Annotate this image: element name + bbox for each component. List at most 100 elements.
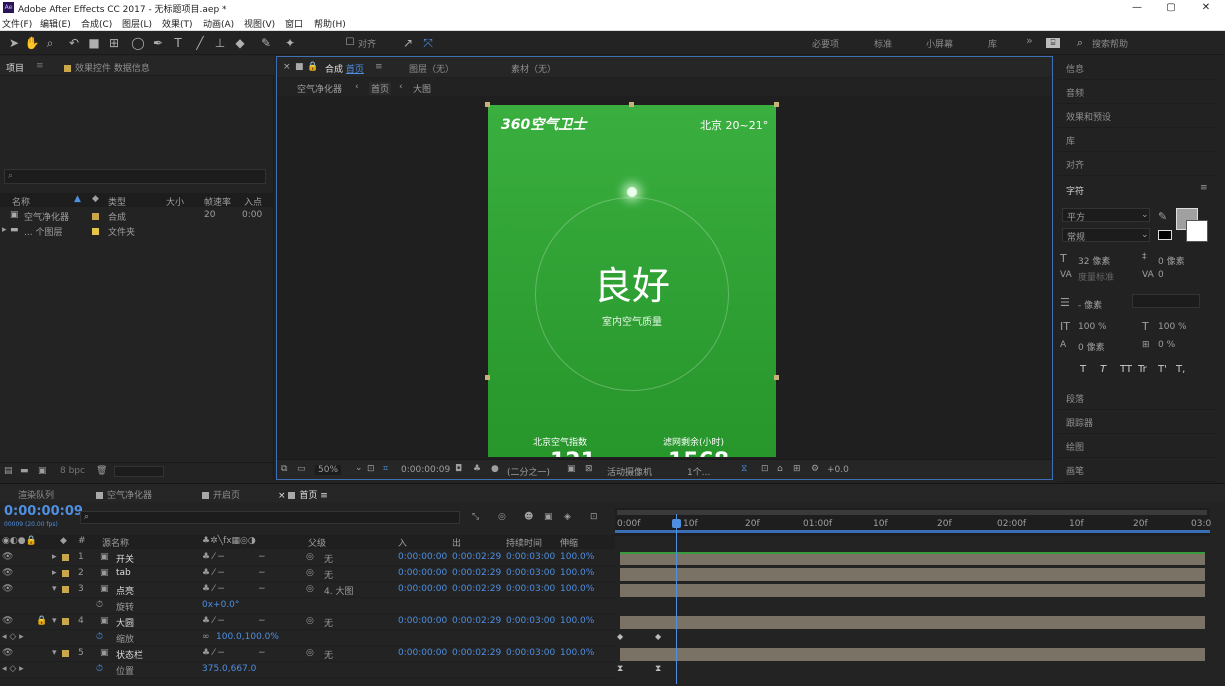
panel-menu-icon[interactable]: ≡ bbox=[375, 62, 383, 72]
leading-value[interactable]: 0 像素 bbox=[1158, 254, 1185, 267]
close-tab-icon[interactable]: × bbox=[283, 62, 291, 72]
trash-icon[interactable]: 🗑 bbox=[96, 466, 107, 476]
parent-select[interactable]: 无 bbox=[324, 648, 333, 661]
column-duration[interactable]: 持续时间 bbox=[506, 536, 542, 549]
panel-libraries[interactable]: 库 bbox=[1058, 128, 1218, 152]
footer-slider[interactable] bbox=[114, 466, 164, 477]
column-type[interactable]: 类型 bbox=[108, 195, 126, 208]
font-family-select[interactable]: 平方 ⌄ bbox=[1062, 208, 1150, 223]
tab-comp[interactable]: 开启页 bbox=[202, 488, 240, 501]
tab-comp[interactable]: 空气净化器 bbox=[96, 488, 152, 501]
tab-comp-active[interactable]: × 首页 ≡ bbox=[278, 488, 328, 501]
layer-stretch[interactable]: 100.0% bbox=[560, 648, 594, 658]
layer-bar[interactable] bbox=[620, 616, 1205, 629]
menu-effect[interactable]: 效果(T) bbox=[162, 17, 193, 30]
timeline-timecode[interactable]: 0:00:00:09 bbox=[4, 504, 83, 519]
camera-tool-icon[interactable]: ■ bbox=[86, 35, 102, 51]
motion-blur-switch[interactable]: − bbox=[258, 584, 266, 594]
stopwatch-icon[interactable]: ⏱ bbox=[96, 632, 103, 642]
keyframe-icon[interactable]: ⧗ bbox=[655, 664, 661, 674]
pickwhip-icon[interactable]: ◎ bbox=[306, 552, 314, 562]
camera-dropdown[interactable]: 活动摄像机 bbox=[607, 465, 652, 478]
tab-footage[interactable]: 素材（无） bbox=[511, 62, 556, 75]
property-row[interactable]: ◂ ◇ ▸ ⏱ 缩放 ∞ 100.0,100.0% bbox=[0, 630, 615, 646]
menu-layer[interactable]: 图层(L) bbox=[122, 17, 152, 30]
column-stretch[interactable]: 伸缩 bbox=[560, 536, 578, 549]
panel-audio[interactable]: 音频 bbox=[1058, 80, 1218, 104]
layer-out[interactable]: 0:00:02:29 bbox=[452, 552, 501, 562]
type-tool-icon[interactable]: T bbox=[170, 35, 186, 51]
font-style-select[interactable]: 常规 ⌄ bbox=[1062, 228, 1150, 243]
transform-handle[interactable] bbox=[774, 375, 779, 380]
label-color[interactable] bbox=[62, 570, 69, 577]
render-icon[interactable]: ⊡ bbox=[761, 464, 769, 474]
workspace-more-button[interactable]: » bbox=[1026, 34, 1033, 47]
layer-stretch[interactable]: 100.0% bbox=[560, 552, 594, 562]
layer-out[interactable]: 0:00:02:29 bbox=[452, 584, 501, 594]
layer-in[interactable]: 0:00:00:00 bbox=[398, 648, 447, 658]
baseline-value[interactable]: 0 像素 bbox=[1078, 340, 1105, 353]
parent-select[interactable]: 无 bbox=[324, 568, 333, 581]
panel-paint[interactable]: 绘图 bbox=[1058, 434, 1218, 458]
panel-align[interactable]: 对齐 bbox=[1058, 152, 1218, 176]
timeline-icon[interactable]: ⌂ bbox=[777, 464, 783, 474]
visibility-eye-icon[interactable]: 👁 bbox=[2, 616, 13, 626]
black-swatch[interactable] bbox=[1158, 230, 1172, 240]
draft-3d-icon[interactable]: ◎ bbox=[498, 512, 506, 522]
label-color[interactable] bbox=[62, 586, 69, 593]
scale-value[interactable]: 100.0,100.0% bbox=[216, 632, 279, 642]
layer-name[interactable]: tab bbox=[116, 568, 131, 578]
stroke-width-value[interactable]: - 像素 bbox=[1078, 298, 1102, 311]
column-out[interactable]: 出 bbox=[452, 536, 461, 549]
layer-out[interactable]: 0:00:02:29 bbox=[452, 616, 501, 626]
stroke-style-select[interactable] bbox=[1132, 294, 1200, 308]
collapse-arrow-icon[interactable]: ▾ bbox=[52, 616, 57, 626]
layer-switches[interactable]: ♣ ⁄ − bbox=[202, 584, 225, 594]
expand-arrow-icon[interactable]: ▸ bbox=[52, 568, 57, 578]
column-fps[interactable]: 帧速率 bbox=[204, 195, 231, 208]
puppet-tool-icon[interactable]: ✦ bbox=[282, 35, 298, 51]
transform-handle[interactable] bbox=[485, 102, 490, 107]
close-button[interactable]: ✕ bbox=[1189, 0, 1223, 16]
layer-in[interactable]: 0:00:00:00 bbox=[398, 616, 447, 626]
layer-name[interactable]: 开关 bbox=[116, 552, 134, 565]
maximize-button[interactable]: ▢ bbox=[1154, 0, 1188, 16]
layer-in[interactable]: 0:00:00:00 bbox=[398, 552, 447, 562]
zoom-tool-icon[interactable]: ⌕ bbox=[42, 35, 58, 51]
shy-layers-icon[interactable]: ☻ bbox=[524, 512, 533, 522]
panel-info[interactable]: 信息 bbox=[1058, 56, 1218, 80]
superscript-button[interactable]: T' bbox=[1158, 364, 1167, 375]
layer-in[interactable]: 0:00:00:00 bbox=[398, 584, 447, 594]
all-caps-button[interactable]: TT bbox=[1120, 364, 1132, 375]
layer-name[interactable]: 点亮 bbox=[116, 584, 134, 597]
zoom-dropdown[interactable]: 50% bbox=[315, 465, 342, 475]
layer-switches[interactable]: ♣ ⁄ − bbox=[202, 616, 225, 626]
menu-file[interactable]: 文件(F) bbox=[2, 17, 32, 30]
layer-bar[interactable] bbox=[620, 568, 1205, 581]
comp-mini-flowchart-icon[interactable]: ⤡ bbox=[472, 512, 479, 522]
crop-icon[interactable]: ⌗ bbox=[383, 464, 388, 474]
column-source-name[interactable]: 源名称 bbox=[102, 536, 129, 549]
column-in[interactable]: 入 bbox=[398, 536, 407, 549]
tab-render-queue[interactable]: 渲染队列 bbox=[18, 488, 54, 501]
panel-menu-icon[interactable]: ≡ bbox=[36, 61, 44, 71]
layer-row[interactable]: 👁 🔒 ▾ 4 ▣ 大圆 ♣ ⁄ − − ◎ 无 0:00:00:00 0:00… bbox=[0, 614, 615, 630]
roi-icon[interactable]: ▣ bbox=[567, 464, 576, 474]
layer-duration[interactable]: 0:00:03:00 bbox=[506, 568, 555, 578]
pickwhip-icon[interactable]: ◎ bbox=[306, 568, 314, 578]
lock-icon[interactable]: 🔒 bbox=[307, 62, 318, 72]
keyframe-icon[interactable]: ⧗ bbox=[617, 664, 623, 674]
flowchart-icon[interactable]: ⊞ bbox=[793, 464, 801, 474]
bpc-label[interactable]: 8 bpc bbox=[60, 466, 85, 476]
expand-arrow-icon[interactable]: ▸ bbox=[2, 225, 7, 235]
eraser-tool-icon[interactable]: ◆ bbox=[232, 35, 248, 51]
parent-select[interactable]: 无 bbox=[324, 552, 333, 565]
constrain-link-icon[interactable]: ∞ bbox=[202, 632, 210, 642]
layer-stretch[interactable]: 100.0% bbox=[560, 616, 594, 626]
layer-bar[interactable] bbox=[620, 552, 1205, 565]
app-screen-canvas[interactable]: 360空气卫士 北京 20~21° 良好 室内空气质量 北京空气指数 滤网剩余(… bbox=[488, 105, 776, 457]
keyframe-icon[interactable]: ◆ bbox=[655, 632, 661, 641]
interpret-footage-icon[interactable]: ▤ bbox=[4, 466, 13, 476]
tab-project[interactable]: 项目 bbox=[6, 61, 24, 74]
column-size[interactable]: 大小 bbox=[166, 195, 184, 208]
